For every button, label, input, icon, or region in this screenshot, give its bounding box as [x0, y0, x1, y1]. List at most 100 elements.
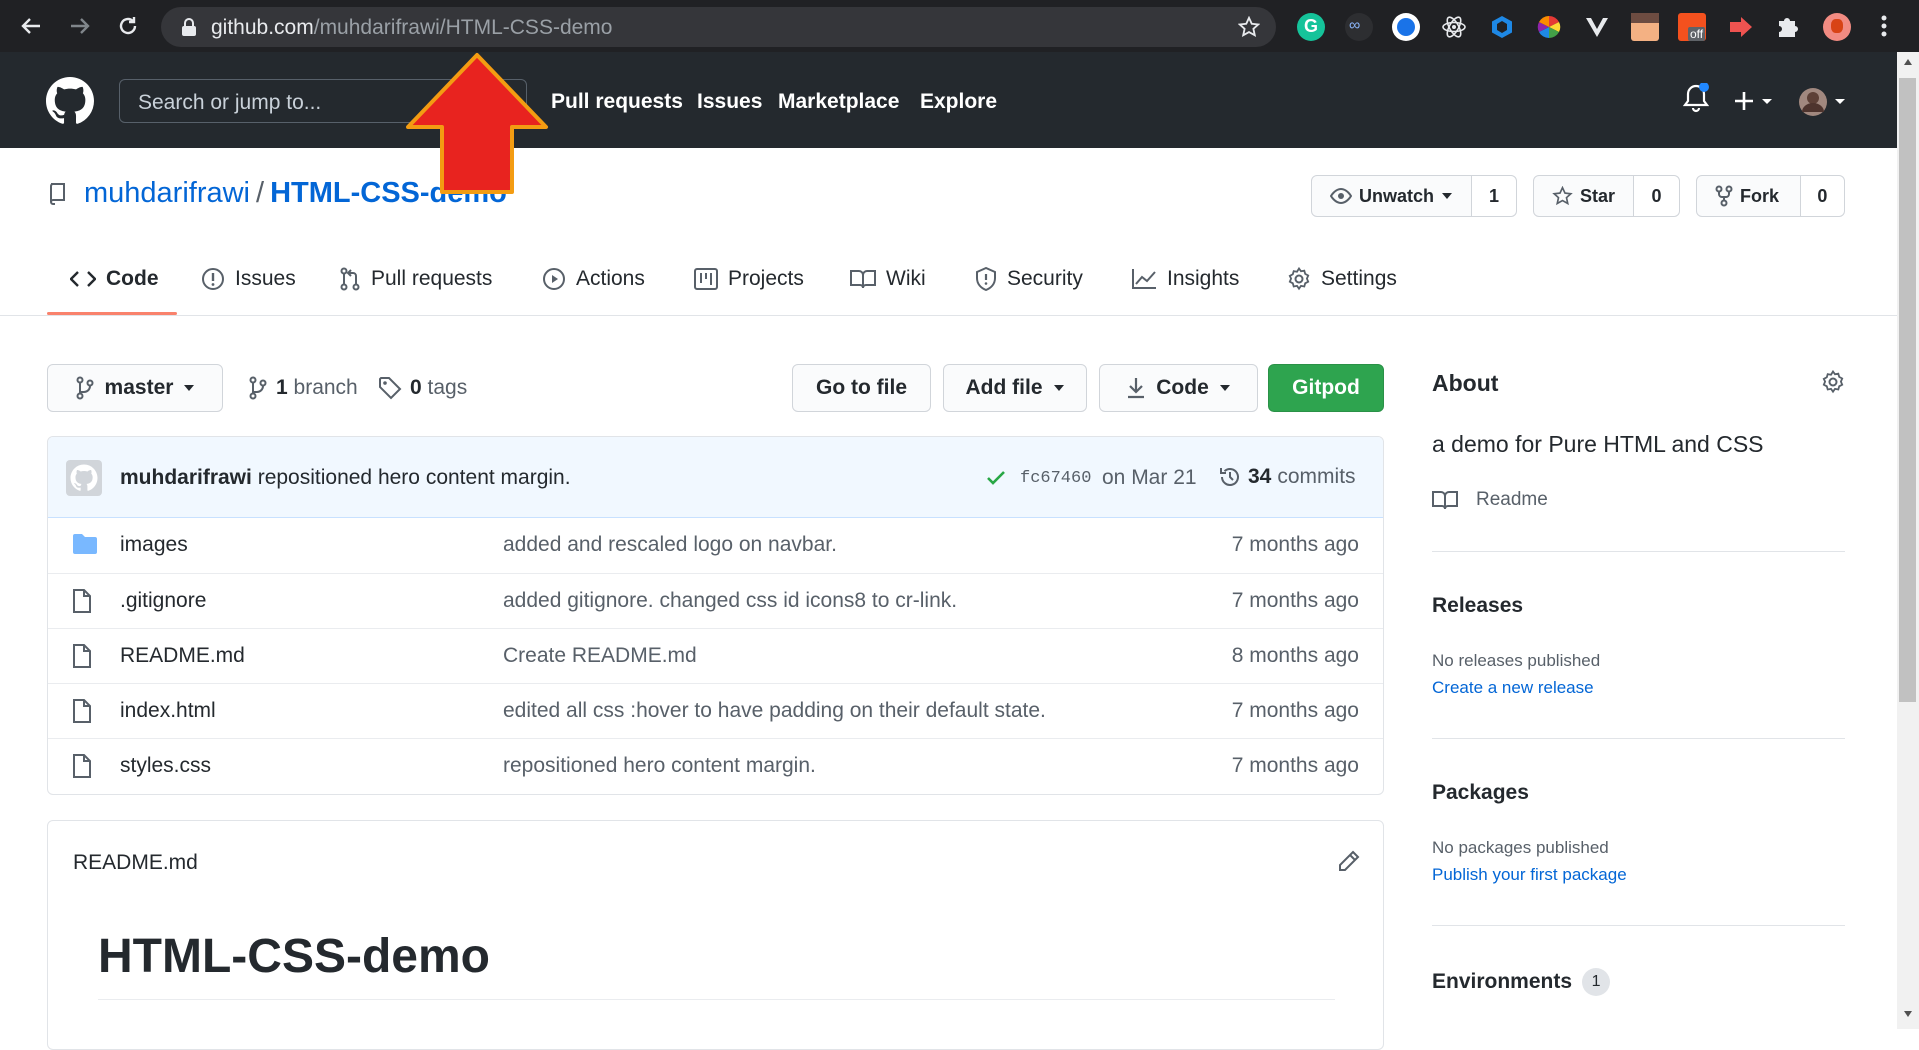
notifications-bell-icon[interactable] — [1683, 83, 1709, 113]
bookmark-star-icon[interactable] — [1238, 16, 1260, 38]
folder-icon — [73, 534, 97, 554]
pencil-edit-icon[interactable] — [1337, 849, 1361, 873]
header-nav-marketplace[interactable]: Marketplace — [778, 90, 899, 114]
add-file-button[interactable]: Add file — [943, 364, 1087, 412]
unwatch-button[interactable]: Unwatch — [1312, 176, 1471, 216]
tab-actions[interactable]: Actions — [542, 262, 645, 296]
fork-count[interactable]: 0 — [1799, 176, 1844, 216]
gitpod-button[interactable]: Gitpod — [1268, 364, 1384, 412]
repo-description: a demo for Pure HTML and CSS — [1432, 431, 1764, 457]
scroll-up-icon[interactable] — [1903, 58, 1913, 66]
tab-security[interactable]: Security — [975, 262, 1083, 296]
cube-extension-icon[interactable] — [1488, 13, 1516, 41]
play-circle-icon — [543, 268, 565, 290]
branches-link[interactable]: 1 branch — [248, 376, 358, 400]
file-row[interactable]: .gitignore added gitignore. changed css … — [48, 573, 1383, 628]
file-list: muhdarifrawi repositioned hero content m… — [47, 436, 1384, 795]
file-name-link[interactable]: styles.css — [120, 754, 211, 778]
file-commit-message[interactable]: added and rescaled logo on navbar. — [503, 533, 837, 557]
code-icon — [70, 271, 96, 287]
file-name-link[interactable]: .gitignore — [120, 589, 206, 613]
color-wheel-extension-icon[interactable] — [1535, 13, 1563, 41]
pointer-extension-icon[interactable] — [1727, 13, 1755, 41]
packages-title[interactable]: Packages — [1432, 781, 1529, 805]
repo-owner-link[interactable]: muhdarifrawi — [84, 177, 250, 209]
scroll-down-icon[interactable] — [1903, 1010, 1913, 1018]
compass-extension-icon[interactable] — [1392, 13, 1420, 41]
tab-pull-requests[interactable]: Pull requests — [339, 262, 492, 296]
github-logo-icon[interactable] — [46, 77, 94, 125]
tab-wiki[interactable]: Wiki — [850, 262, 926, 296]
glasses-extension-icon[interactable]: ∞ — [1345, 13, 1373, 41]
user-avatar-menu[interactable] — [1797, 86, 1849, 118]
tab-code[interactable]: Code — [70, 262, 159, 296]
tags-link[interactable]: 0 tags — [378, 376, 467, 400]
header-nav-issues[interactable]: Issues — [697, 90, 762, 114]
create-release-link[interactable]: Create a new release — [1432, 678, 1594, 698]
file-age: 7 months ago — [1231, 589, 1359, 612]
profile-avatar-icon[interactable] — [1823, 13, 1851, 41]
readme-link-label: Readme — [1476, 489, 1548, 510]
file-name-link[interactable]: index.html — [120, 699, 216, 723]
tab-projects[interactable]: Projects — [694, 262, 804, 296]
branch-icon — [76, 376, 94, 400]
code-download-button[interactable]: Code — [1099, 364, 1258, 412]
sound-off-extension-icon[interactable]: off — [1678, 13, 1706, 41]
tab-issues[interactable]: Issues — [201, 262, 296, 296]
book-icon — [1432, 491, 1458, 510]
file-row[interactable]: images added and rescaled logo on navbar… — [48, 518, 1383, 573]
file-commit-message[interactable]: repositioned hero content margin. — [503, 754, 816, 778]
releases-title[interactable]: Releases — [1432, 594, 1523, 618]
star-button[interactable]: Star — [1534, 176, 1633, 216]
tab-insights[interactable]: Insights — [1131, 262, 1239, 296]
file-name-link[interactable]: images — [120, 533, 188, 557]
file-row[interactable]: README.md Create README.md 8 months ago — [48, 628, 1383, 683]
publish-package-link[interactable]: Publish your first package — [1432, 865, 1627, 885]
environments-header[interactable]: Environments 1 — [1432, 968, 1611, 996]
chrome-menu-icon[interactable] — [1880, 14, 1888, 38]
forward-icon[interactable] — [65, 11, 95, 41]
file-commit-message[interactable]: edited all css :hover to have padding on… — [503, 699, 1046, 723]
tag-count: 0 — [410, 376, 422, 399]
create-new-plus-icon[interactable] — [1733, 90, 1775, 112]
branch-name: master — [104, 376, 174, 399]
go-to-file-button[interactable]: Go to file — [792, 364, 931, 412]
watch-count[interactable]: 1 — [1471, 176, 1516, 216]
address-bar[interactable]: github.com/muhdarifrawi/HTML-CSS-demo — [161, 7, 1276, 47]
tab-security-label: Security — [1007, 267, 1083, 290]
branch-select-button[interactable]: master — [47, 364, 223, 412]
commit-message[interactable]: repositioned hero content margin. — [258, 466, 571, 489]
commit-author[interactable]: muhdarifrawi — [120, 466, 252, 489]
commit-sha[interactable]: fc67460 — [1020, 469, 1091, 488]
vue-extension-icon[interactable] — [1583, 13, 1611, 41]
page-scrollbar-thumb[interactable] — [1899, 78, 1916, 702]
tab-settings[interactable]: Settings — [1287, 262, 1397, 296]
file-commit-message[interactable]: added gitignore. changed css id icons8 t… — [503, 589, 957, 613]
commits-history-link[interactable]: 34 commits — [1218, 465, 1356, 489]
header-nav-explore[interactable]: Explore — [920, 90, 997, 114]
environments-count-badge: 1 — [1582, 968, 1611, 996]
file-row[interactable]: styles.css repositioned hero content mar… — [48, 738, 1383, 793]
avatar-extension-icon[interactable] — [1631, 13, 1659, 41]
star-count[interactable]: 0 — [1633, 176, 1679, 216]
header-nav-pull-requests[interactable]: Pull requests — [551, 90, 683, 114]
file-row[interactable]: index.html edited all css :hover to have… — [48, 683, 1383, 738]
file-commit-message[interactable]: Create README.md — [503, 644, 697, 668]
tab-wiki-label: Wiki — [886, 267, 926, 290]
file-icon — [73, 699, 91, 723]
grammarly-extension-icon[interactable]: G — [1297, 13, 1325, 41]
fork-button[interactable]: Fork — [1697, 176, 1800, 216]
readme-link[interactable]: Readme — [1432, 489, 1548, 511]
releases-empty-text: No releases published — [1432, 651, 1601, 670]
puzzle-extensions-icon[interactable] — [1775, 13, 1803, 41]
about-settings-gear-icon[interactable] — [1821, 370, 1845, 394]
tag-icon — [379, 377, 402, 400]
check-icon — [987, 471, 1005, 485]
reload-icon[interactable] — [113, 11, 143, 41]
tab-pull-requests-label: Pull requests — [371, 267, 493, 290]
chevron-down-icon — [1442, 193, 1453, 199]
committer-avatar[interactable] — [66, 460, 102, 496]
react-extension-icon[interactable] — [1440, 13, 1468, 41]
back-icon[interactable] — [16, 11, 46, 41]
file-name-link[interactable]: README.md — [120, 644, 245, 668]
